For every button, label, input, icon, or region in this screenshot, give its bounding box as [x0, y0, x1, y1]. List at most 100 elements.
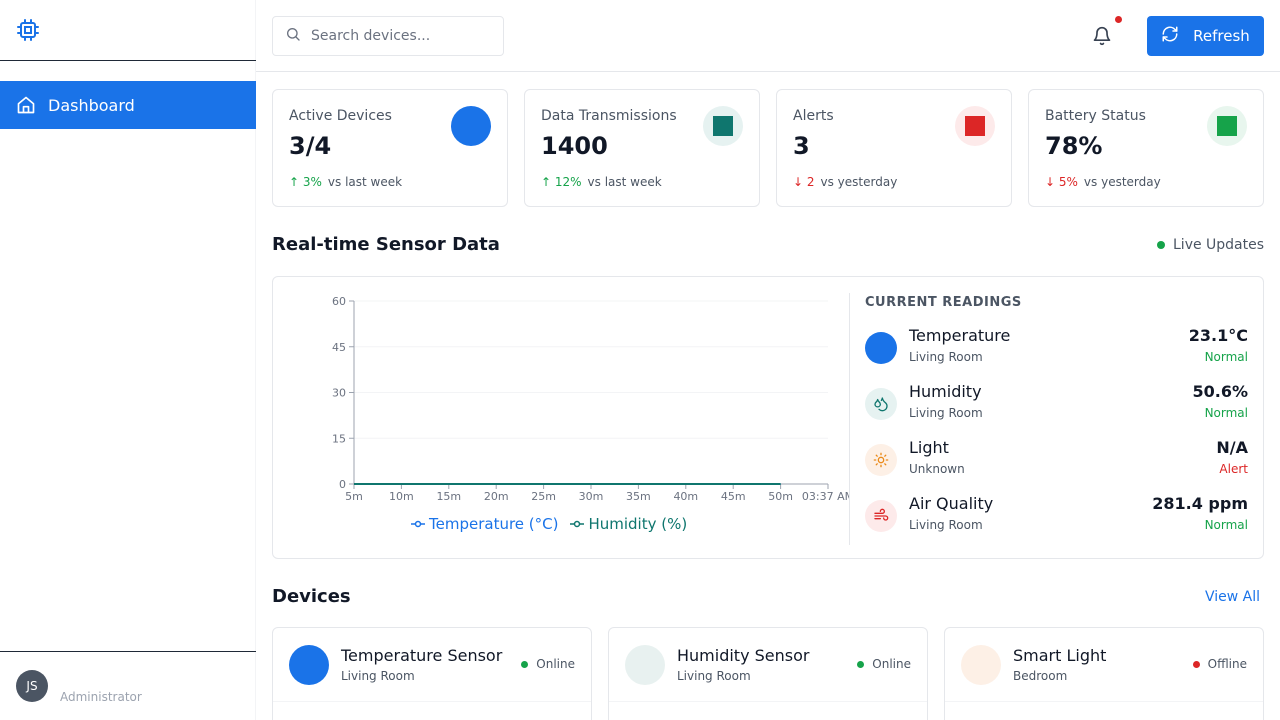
sidebar-divider [0, 60, 256, 61]
status-label: Online [536, 657, 575, 671]
panel-divider [849, 293, 850, 545]
status-dot [1192, 660, 1200, 668]
search-input[interactable] [311, 28, 491, 44]
stat-card-alerts: Alerts 3 ↓ 2 vs yesterday [776, 89, 1012, 207]
section-title-sensor-data: Real-time Sensor Data [272, 234, 500, 255]
stat-trend: ↓ 5% vs yesterday [1045, 175, 1161, 189]
droplets-icon [865, 388, 897, 420]
top-bar: Refresh [256, 0, 1280, 72]
x-tick-label: 20m [484, 490, 509, 503]
stat-value: 3 [793, 132, 810, 160]
device-name: Smart Light [1013, 646, 1107, 665]
sidebar: Dashboard JS Administrator [0, 0, 256, 720]
stat-label: Data Transmissions [541, 108, 677, 124]
x-tick-label: 45m [721, 490, 746, 503]
app: Dashboard JS Administrator Search device… [0, 0, 1280, 720]
legend-item-humidity[interactable]: Humidity (%) [570, 515, 687, 533]
refresh-button[interactable]: Refresh [1147, 16, 1264, 56]
stat-label: Battery Status [1045, 108, 1146, 124]
trend-text: vs last week [327, 175, 403, 189]
status-label: Offline [1207, 657, 1247, 671]
reading-location: Living Room [909, 406, 983, 420]
y-tick-label: 30 [332, 387, 346, 400]
reading-value: 23.1°C [1188, 326, 1248, 345]
x-tick-label: 15m [436, 490, 461, 503]
chart-legend: Temperature (°C) Humidity (%) [411, 515, 687, 533]
sun-icon [865, 444, 897, 476]
x-tick-label: 35m [626, 490, 651, 503]
section-title-devices: Devices [272, 586, 351, 607]
trend-text: vs yesterday [1083, 175, 1161, 189]
droplets-icon [625, 645, 665, 685]
reading-humidity[interactable]: Humidity Living Room 50.6% Normal [865, 376, 1248, 432]
status-dot [857, 660, 865, 668]
stat-value: 1400 [541, 132, 608, 160]
reading-name: Humidity [909, 382, 982, 401]
sidebar-divider [0, 651, 256, 652]
x-tick-label: 25m [531, 490, 556, 503]
bell-icon[interactable] [1092, 26, 1112, 46]
status-label: Online [872, 657, 911, 671]
reading-air-quality[interactable]: Air Quality Living Room 281.4 ppm Normal [865, 488, 1248, 544]
view-all-link[interactable]: View All [1205, 589, 1260, 605]
thermometer-icon [865, 332, 897, 364]
search-box[interactable] [272, 16, 504, 56]
card-divider [609, 701, 927, 702]
alert-icon [955, 106, 995, 146]
x-tick-label: 03:37 AM [802, 490, 849, 503]
user-role: Administrator [60, 690, 142, 704]
device-card-humidity-sensor[interactable]: Humidity Sensor Living Room Online [608, 627, 928, 720]
legend-label: Humidity (%) [588, 515, 688, 533]
refresh-icon [1161, 25, 1179, 47]
stat-card-data-transmissions: Data Transmissions 1400 ↑ 12% vs last wee… [524, 89, 760, 207]
notification-badge [1115, 16, 1122, 23]
y-tick-label: 45 [332, 341, 346, 354]
reading-name: Light [909, 438, 949, 457]
reading-location: Unknown [909, 462, 965, 476]
stat-card-battery-status: Battery Status 78% ↓ 5% vs yesterday [1028, 89, 1264, 207]
reading-status: Normal [1204, 518, 1248, 532]
device-name: Humidity Sensor [677, 646, 810, 665]
reading-status: Normal [1204, 406, 1248, 420]
card-divider [945, 701, 1263, 702]
user-profile[interactable]: JS Administrator [16, 670, 142, 704]
device-location: Bedroom [1013, 669, 1068, 683]
device-status: Online [521, 657, 575, 671]
x-tick-label: 40m [673, 490, 698, 503]
transmission-icon [703, 106, 743, 146]
y-tick-label: 15 [332, 432, 346, 445]
device-name: Temperature Sensor [341, 646, 503, 665]
stat-trend: ↓ 2 vs yesterday [793, 175, 897, 189]
search-icon [285, 26, 301, 46]
x-tick-label: 30m [579, 490, 604, 503]
sidebar-item-dashboard[interactable]: Dashboard [0, 81, 256, 129]
avatar[interactable]: JS [16, 670, 48, 702]
x-tick-label: 50m [768, 490, 793, 503]
reading-temperature[interactable]: Temperature Living Room 23.1°C Normal [865, 320, 1248, 376]
device-card-smart-light[interactable]: Smart Light Bedroom Offline [944, 627, 1264, 720]
sensor-line-chart[interactable]: 0153045605m 10m 15m 20m 25m 30m 35m 40m 45m 50m 03… [273, 277, 849, 513]
trend-text: vs last week [587, 175, 662, 189]
stat-card-active-devices: Active Devices 3/4 ↑ 3% vs last week [272, 89, 508, 207]
trend-up-icon: ↑ 12% [541, 175, 582, 189]
sidebar-item-label: Dashboard [48, 95, 135, 115]
battery-icon [1207, 106, 1247, 146]
reading-status: Alert [1219, 462, 1248, 476]
wind-icon [865, 500, 897, 532]
live-dot [1157, 241, 1165, 249]
device-location: Living Room [341, 669, 415, 683]
chip-icon[interactable] [16, 18, 40, 42]
device-card-temperature-sensor[interactable]: Temperature Sensor Living Room Online [272, 627, 592, 720]
trend-down-icon: ↓ 5% [1045, 175, 1078, 189]
reading-light[interactable]: Light Unknown N/A Alert [865, 432, 1248, 488]
legend-item-temperature[interactable]: Temperature (°C) [411, 515, 558, 533]
stat-trend: ↑ 12% vs last week [541, 175, 662, 189]
stat-label: Active Devices [289, 108, 392, 124]
y-tick-label: 60 [332, 295, 346, 308]
legend-marker [570, 520, 585, 528]
live-label: Live Updates [1173, 237, 1265, 253]
legend-label: Temperature (°C) [429, 515, 559, 533]
sensor-panel: 0 15 30 45 60 5m 10m 15m 20m 25m 30m 35m 40m 45m 50m 03… [272, 276, 1264, 559]
x-tick-label: 5m [345, 490, 363, 503]
thermometer-icon [289, 645, 329, 685]
